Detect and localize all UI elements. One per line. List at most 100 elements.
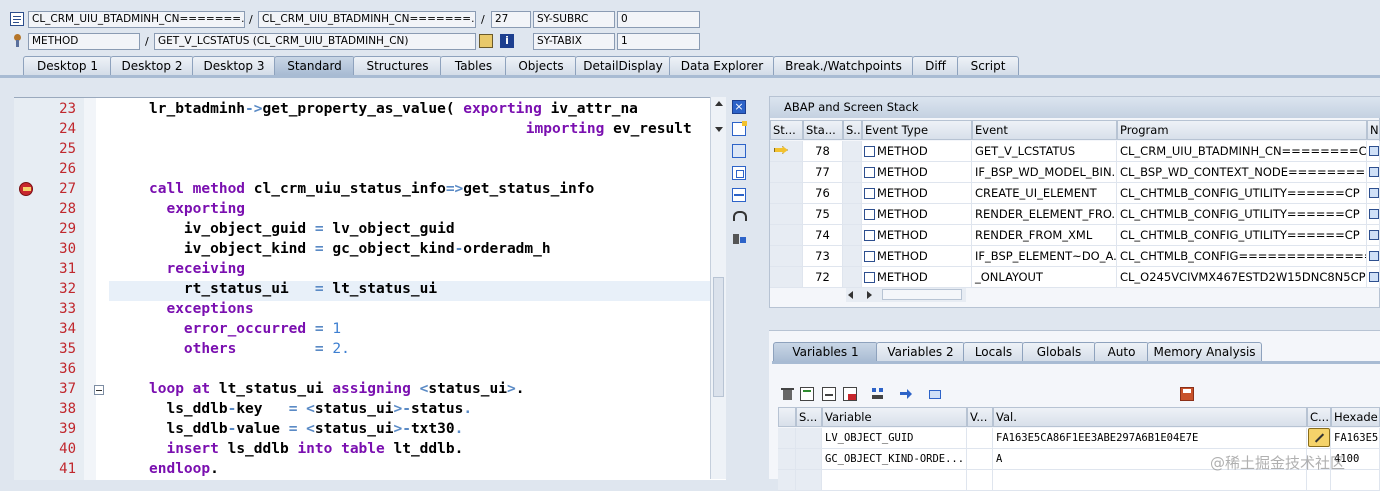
tab-desktop-2[interactable]: Desktop 2 — [110, 56, 194, 75]
stack-type-cell[interactable]: METHOD — [862, 225, 972, 246]
delete-all-icon[interactable] — [800, 387, 814, 401]
navigate-icon[interactable] — [1369, 251, 1379, 261]
breakpoint-icon[interactable] — [19, 182, 33, 196]
close-icon[interactable]: × — [732, 100, 746, 114]
delete-icon[interactable] — [781, 387, 795, 401]
tab-desktop-1[interactable]: Desktop 1 — [23, 56, 112, 75]
stack-level-cell[interactable]: 73 — [803, 246, 843, 267]
stack-column-header[interactable]: Sta... — [803, 120, 843, 140]
variables-column-header[interactable]: Hexade — [1331, 407, 1380, 427]
fold-toggle-icon[interactable] — [94, 385, 104, 395]
variables-tab[interactable]: Variables 2 — [876, 342, 965, 362]
variables-column-header[interactable]: S... — [796, 407, 822, 427]
editor-scrollbar[interactable] — [710, 97, 726, 479]
navigate-icon[interactable] — [899, 387, 913, 401]
stack-type-cell[interactable]: METHOD — [862, 204, 972, 225]
code-line[interactable]: insert ls_ddlb into table lt_ddlb. — [149, 441, 463, 457]
new-tool-icon[interactable] — [732, 121, 747, 136]
code-line[interactable]: importing ev_result — [325, 121, 692, 137]
stack-event-cell[interactable]: IF_BSP_WD_MODEL_BIN... — [972, 162, 1117, 183]
stack-program-cell[interactable]: CL_CHTMLB_CONFIG_UTILITY======CP — [1117, 204, 1367, 225]
variable-cell[interactable] — [967, 449, 993, 470]
export-icon[interactable] — [843, 387, 857, 401]
code-line[interactable]: exporting — [149, 201, 245, 217]
stack-type-cell[interactable]: METHOD — [862, 183, 972, 204]
program-field[interactable]: CL_CRM_UIU_BTADMINH_CN=======... — [28, 11, 245, 28]
stack-event-cell[interactable]: IF_BSP_ELEMENT~DO_A... — [972, 246, 1117, 267]
event-field[interactable]: GET_V_LCSTATUS (CL_CRM_UIU_BTADMINH_CN) — [154, 33, 476, 50]
tab-data-explorer[interactable]: Data Explorer — [669, 56, 775, 75]
code-line[interactable]: endloop. — [149, 461, 219, 477]
variable-variable-cell[interactable]: LV_OBJECT_GUID — [822, 428, 967, 449]
variables-column-header[interactable]: V... — [967, 407, 993, 427]
code-line[interactable]: loop at lt_status_ui assigning <status_u… — [149, 381, 524, 397]
stack-program-cell[interactable]: CL_CHTMLB_CONFIG_UTILITY======CP — [1117, 225, 1367, 246]
stack-type-cell[interactable]: METHOD — [862, 246, 972, 267]
sysfield-2-value[interactable]: 1 — [617, 33, 700, 50]
variables-tab[interactable]: Locals — [963, 342, 1024, 362]
sysfield-1-name[interactable]: SY-SUBRC — [533, 11, 615, 28]
navigate-icon[interactable] — [1369, 209, 1379, 219]
variables-column-header[interactable]: Variable — [822, 407, 967, 427]
stack-column-header[interactable]: Na — [1367, 120, 1380, 140]
maximize-icon[interactable] — [732, 166, 746, 180]
swap-tool-icon[interactable] — [732, 144, 746, 158]
include-field[interactable]: CL_CRM_UIU_BTADMINH_CN=======... — [258, 11, 476, 28]
variables-column-header[interactable]: Val. — [993, 407, 1307, 427]
stack-level-cell[interactable]: 72 — [803, 267, 843, 288]
stack-level-cell[interactable]: 77 — [803, 162, 843, 183]
line-field[interactable]: 27 — [491, 11, 531, 28]
code-line[interactable]: rt_status_ui = lt_status_ui — [149, 281, 437, 297]
variables-tab[interactable]: Memory Analysis — [1147, 342, 1262, 362]
code-line[interactable]: lr_btadminh->get_property_as_value( expo… — [149, 101, 638, 117]
variables-column-header[interactable]: C... — [1307, 407, 1331, 427]
stack-column-header[interactable]: Program — [1117, 120, 1367, 140]
info-icon[interactable]: i — [500, 34, 514, 48]
stack-column-header[interactable]: St... — [770, 120, 803, 140]
stack-level-cell[interactable]: 76 — [803, 183, 843, 204]
tab-breakpoints[interactable]: Break./Watchpoints — [773, 56, 914, 75]
variable-cell[interactable] — [796, 428, 822, 449]
stack-program-cell[interactable]: CL_CRM_UIU_BTADMINH_CN========CP — [1117, 141, 1367, 162]
code-line[interactable]: others = 2. — [149, 341, 350, 357]
structure-icon[interactable] — [871, 387, 885, 401]
navigate-icon[interactable] — [1369, 146, 1379, 156]
full-width-icon[interactable] — [732, 188, 746, 202]
code-line[interactable]: iv_object_guid = lv_object_guid — [149, 221, 455, 237]
variable-cell[interactable] — [778, 449, 796, 470]
tab-desktop-3[interactable]: Desktop 3 — [192, 56, 276, 75]
stack-event-cell[interactable]: RENDER_FROM_XML — [972, 225, 1117, 246]
source-navigate-icon[interactable] — [479, 34, 493, 48]
sysfield-1-value[interactable]: 0 — [617, 11, 700, 28]
variables-tab[interactable]: Auto — [1094, 342, 1149, 362]
stack-event-cell[interactable]: RENDER_ELEMENT_FRO... — [972, 204, 1117, 225]
tab-standard[interactable]: Standard — [274, 56, 355, 75]
stack-level-cell[interactable]: 78 — [803, 141, 843, 162]
folder-icon[interactable] — [928, 387, 942, 401]
variables-tab[interactable]: Globals — [1022, 342, 1096, 362]
services-icon[interactable] — [732, 232, 746, 246]
tab-tables[interactable]: Tables — [440, 56, 507, 75]
navigate-icon[interactable] — [1369, 272, 1379, 282]
variables-tab[interactable]: Variables 1 — [773, 342, 878, 362]
navigate-icon[interactable] — [1369, 167, 1379, 177]
tab-objects[interactable]: Objects — [505, 56, 577, 75]
variable-cell[interactable] — [967, 428, 993, 449]
variable-value-cell[interactable]: FA163E5CA86F1EE3ABE297A6B1E04E7E — [993, 428, 1307, 449]
event-type-field[interactable]: METHOD — [28, 33, 140, 50]
headset-icon[interactable] — [732, 210, 747, 224]
stack-program-cell[interactable]: CL_O245VCIVMX467ESTD2W15DNC8N5CP — [1117, 267, 1367, 288]
tab-structures[interactable]: Structures — [353, 56, 442, 75]
code-line[interactable]: ls_ddlb-value = <status_ui>-txt30. — [149, 421, 463, 437]
variable-cell[interactable] — [796, 449, 822, 470]
stack-program-cell[interactable]: CL_BSP_WD_CONTEXT_NODE=========CP — [1117, 162, 1367, 183]
variable-variable-cell[interactable]: GC_OBJECT_KIND-ORDE... — [822, 449, 967, 470]
stack-event-cell[interactable]: _ONLAYOUT — [972, 267, 1117, 288]
stack-program-cell[interactable]: CL_CHTMLB_CONFIG_UTILITY======CP — [1117, 183, 1367, 204]
stack-column-header[interactable]: S... — [843, 120, 862, 140]
tab-diff[interactable]: Diff — [912, 56, 959, 75]
navigate-icon[interactable] — [1369, 188, 1379, 198]
tab-detail-display[interactable]: DetailDisplay — [575, 56, 671, 75]
stack-program-cell[interactable]: CL_CHTMLB_CONFIG==============CP — [1117, 246, 1367, 267]
code-line[interactable]: exceptions — [149, 301, 253, 317]
